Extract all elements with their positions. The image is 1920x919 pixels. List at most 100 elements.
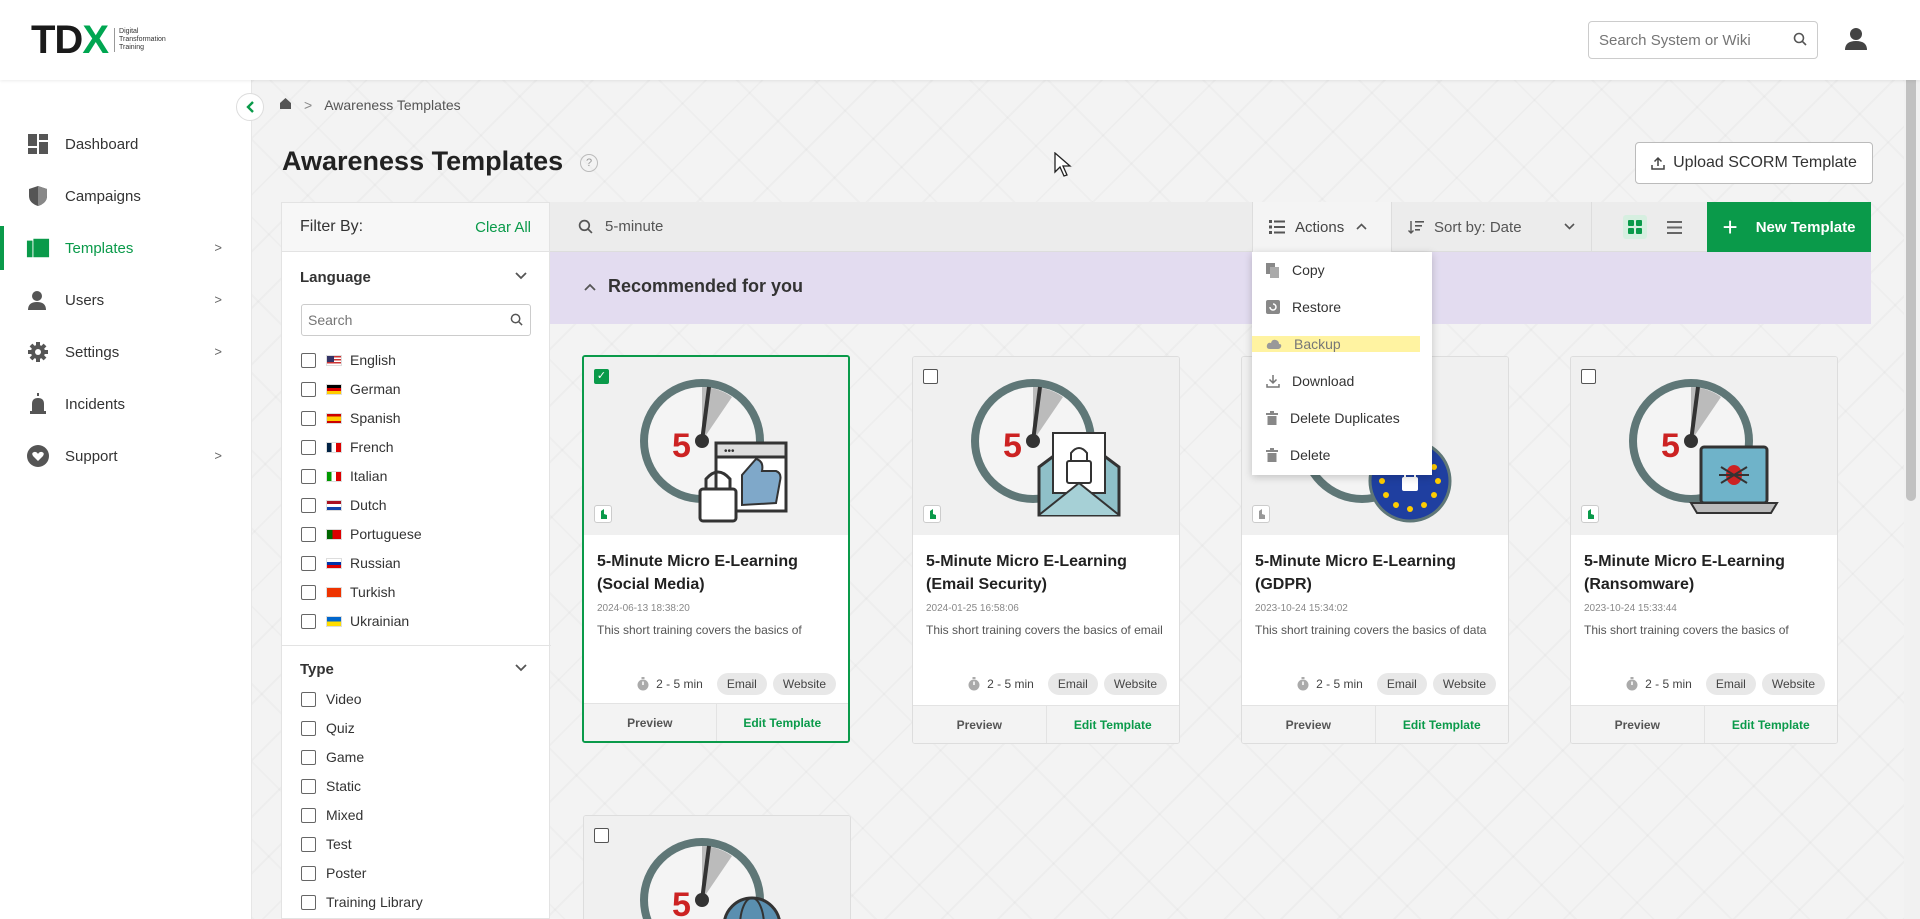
template-search[interactable]: 5-minute [578,218,663,235]
global-search[interactable] [1588,21,1818,59]
new-template-button[interactable]: + New Template [1707,202,1871,252]
sidebar-item-templates[interactable]: Templates > [0,226,252,270]
checkbox[interactable] [301,468,316,484]
card-title[interactable]: 5-Minute Micro E-Learning (Email Securit… [926,550,1171,596]
card-checkbox[interactable]: ✓ [594,369,609,384]
checkbox[interactable] [301,526,316,542]
upload-scorm-button[interactable]: Upload SCORM Template [1635,142,1873,184]
sidebar-item-support[interactable]: Support > [0,434,252,478]
checkbox[interactable] [301,439,316,455]
sort-dropdown[interactable]: Sort by: Date [1392,202,1592,252]
language-option-english[interactable]: English [301,350,396,370]
checkbox[interactable] [301,720,316,736]
language-search-input[interactable] [302,305,497,335]
sidebar-item-incidents[interactable]: Incidents [0,382,252,426]
chevron-down-icon[interactable] [515,661,527,675]
language-option-spanish[interactable]: Spanish [301,408,401,428]
preview-button[interactable]: Preview [1242,706,1376,743]
collapse-sidebar-button[interactable] [236,93,264,121]
card-title[interactable]: 5-Minute Micro E-Learning (GDPR) [1255,550,1500,596]
card-checkbox[interactable] [923,369,938,384]
language-option-russian[interactable]: Russian [301,553,401,573]
global-search-input[interactable] [1589,22,1779,58]
type-option-poster[interactable]: Poster [301,863,366,883]
chevron-down-icon[interactable] [515,269,527,283]
template-search-value[interactable]: 5-minute [605,218,663,235]
checkbox[interactable] [301,613,316,629]
menu-item-copy[interactable]: Copy [1252,255,1432,285]
recommended-section[interactable]: Recommended for you [550,252,1871,324]
checkbox[interactable] [301,555,316,571]
checkbox[interactable] [301,381,316,397]
menu-item-delete[interactable]: Delete [1252,440,1432,470]
language-option-turkish[interactable]: Turkish [301,582,395,602]
template-thumbnail[interactable]: 5 [584,816,850,919]
type-option-quiz[interactable]: Quiz [301,718,355,738]
checkbox[interactable] [301,497,316,513]
checkbox[interactable] [301,584,316,600]
sidebar-item-dashboard[interactable]: Dashboard [0,122,252,166]
list-view-button[interactable] [1662,215,1686,239]
checkbox[interactable] [301,749,316,765]
edit-template-button[interactable]: Edit Template [1047,706,1180,743]
type-option-mixed[interactable]: Mixed [301,805,363,825]
user-icon[interactable] [1843,26,1869,57]
language-option-dutch[interactable]: Dutch [301,495,387,515]
recommended-header[interactable]: Recommended for you [584,276,803,297]
page-scrollbar-thumb[interactable] [1906,16,1916,501]
checkbox[interactable] [301,807,316,823]
template-thumbnail[interactable]: 5 ••• [584,357,848,535]
checkbox[interactable] [301,894,316,910]
language-section-title[interactable]: Language [300,269,371,286]
edit-template-button[interactable]: Edit Template [1705,706,1838,743]
preview-button[interactable]: Preview [913,706,1047,743]
clear-all-link[interactable]: Clear All [475,219,531,236]
template-card[interactable]: 5 5-Minute Micro E-Learning (Email Secur… [912,356,1180,744]
checkbox[interactable] [301,410,316,426]
help-icon[interactable]: ? [580,154,598,172]
home-icon[interactable] [279,97,292,113]
menu-item-delete-duplicates[interactable]: Delete Duplicates [1252,403,1432,433]
preview-button[interactable]: Preview [1571,706,1705,743]
menu-item-download[interactable]: Download [1252,366,1432,396]
language-option-ukrainian[interactable]: Ukrainian [301,611,409,631]
template-thumbnail[interactable]: 5 [1571,357,1837,535]
checkbox[interactable] [301,836,316,852]
checkbox[interactable] [301,778,316,794]
card-checkbox[interactable] [594,828,609,843]
edit-template-button[interactable]: Edit Template [1376,706,1509,743]
template-card[interactable]: 5 [583,815,851,919]
sidebar-item-settings[interactable]: Settings > [0,330,252,374]
type-section-title[interactable]: Type [300,661,334,678]
type-option-static[interactable]: Static [301,776,361,796]
search-icon[interactable] [1793,32,1807,51]
menu-item-backup[interactable]: Backup [1252,329,1432,359]
type-option-game[interactable]: Game [301,747,364,767]
preview-button[interactable]: Preview [584,704,717,741]
type-option-training-library[interactable]: Training Library [301,892,423,912]
template-thumbnail[interactable]: 5 [913,357,1179,535]
menu-item-restore[interactable]: Restore [1252,292,1432,322]
language-option-italian[interactable]: Italian [301,466,387,486]
checkbox[interactable] [301,691,316,707]
card-title[interactable]: 5-Minute Micro E-Learning (Social Media) [597,550,842,596]
actions-button[interactable]: Actions [1252,202,1392,252]
grid-view-button[interactable] [1623,215,1647,239]
checkbox[interactable] [301,865,316,881]
type-option-video[interactable]: Video [301,689,362,709]
language-search[interactable] [301,304,531,336]
chevron-right-icon: > [214,448,222,463]
card-checkbox[interactable] [1581,369,1596,384]
sidebar-item-campaigns[interactable]: Campaigns [0,174,252,218]
template-card[interactable]: 5 ••• ✓ 5-Minute Micro E-Learning (Socia… [582,355,850,743]
checkbox[interactable] [301,352,316,368]
language-option-portuguese[interactable]: Portuguese [301,524,422,544]
logo[interactable]: TDX Digital Transformation Training [31,20,184,60]
edit-template-button[interactable]: Edit Template [717,704,849,741]
template-card[interactable]: 5 5-Minute Micro E-Learning (Ransomware)… [1570,356,1838,744]
language-option-german[interactable]: German [301,379,401,399]
card-title[interactable]: 5-Minute Micro E-Learning (Ransomware) [1584,550,1829,596]
sidebar-item-users[interactable]: Users > [0,278,252,322]
language-option-french[interactable]: French [301,437,394,457]
type-option-test[interactable]: Test [301,834,352,854]
